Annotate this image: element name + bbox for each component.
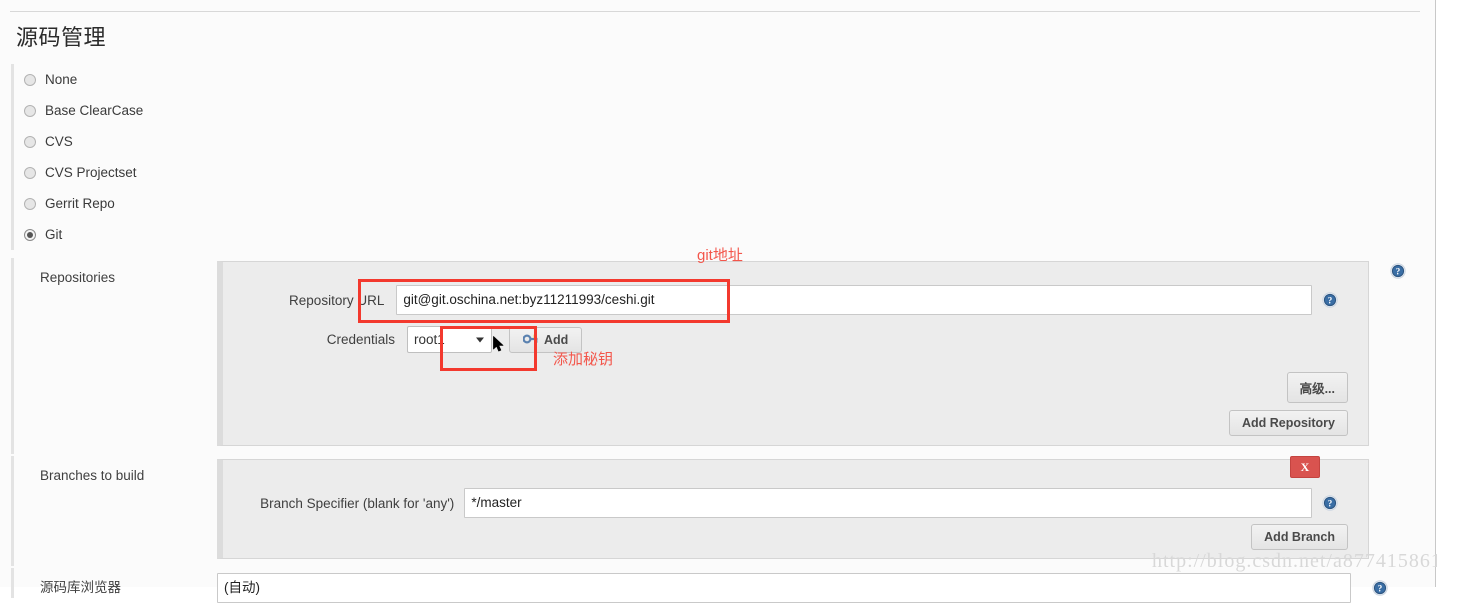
branch-specifier-input[interactable]: */master xyxy=(464,488,1312,518)
svg-text:?: ? xyxy=(1328,296,1333,306)
repositories-label: Repositories xyxy=(40,270,116,285)
branches-label: Branches to build xyxy=(40,468,145,483)
credentials-select[interactable]: root1 xyxy=(407,326,492,353)
advanced-button[interactable]: 高级... xyxy=(1286,372,1348,403)
radio-cvs[interactable] xyxy=(24,135,36,148)
repository-url-label: Repository URL xyxy=(289,292,385,308)
add-repository-button[interactable]: Add Repository xyxy=(1228,410,1348,436)
scm-option-git[interactable]: Git xyxy=(24,219,524,250)
header-divider xyxy=(10,11,1420,12)
help-icon[interactable]: ? xyxy=(1322,292,1338,308)
scm-option-cvs[interactable]: CVS xyxy=(24,126,524,157)
svg-text:?: ? xyxy=(1378,584,1383,594)
add-branch-button[interactable]: Add Branch xyxy=(1251,524,1348,550)
credentials-field: Credentials root1 Add xyxy=(255,326,583,353)
scm-option-label: Gerrit Repo xyxy=(45,196,115,211)
repository-browser-select[interactable]: (自动) xyxy=(217,573,1351,603)
repositories-panel: Repository URL git@git.oschina.net:byz11… xyxy=(217,261,1369,446)
branch-specifier-label: Branch Specifier (blank for 'any') xyxy=(260,495,455,511)
radio-cvs-projectset[interactable] xyxy=(24,166,36,179)
annotation-add-key: 添加秘钥 xyxy=(553,351,614,368)
radio-base-clearcase[interactable] xyxy=(24,104,36,117)
scm-option-label: Base ClearCase xyxy=(45,103,144,118)
add-branch-label: Add Branch xyxy=(1264,530,1335,544)
repository-url-input[interactable]: git@git.oschina.net:byz11211993/ceshi.gi… xyxy=(396,285,1312,315)
scm-option-label: CVS Projectset xyxy=(45,165,137,180)
scm-config-page: 源码管理 None Base ClearCase CVS CVS Project… xyxy=(0,0,1441,603)
add-credentials-label: Add xyxy=(544,332,569,347)
advanced-button-label: 高级... xyxy=(1299,382,1335,396)
radio-none[interactable] xyxy=(24,73,36,86)
add-repository-label: Add Repository xyxy=(1241,416,1335,430)
svg-text:?: ? xyxy=(1396,267,1401,277)
scm-option-label: Git xyxy=(45,227,63,242)
repository-url-field: Repository URL git@git.oschina.net:byz11… xyxy=(255,285,1338,315)
key-icon xyxy=(522,332,538,348)
repository-browser-row: 源码库浏览器 (自动) ? xyxy=(11,568,1421,603)
page-title: 源码管理 xyxy=(16,25,107,50)
scm-option-label: None xyxy=(45,72,78,87)
credentials-selected-value: root1 xyxy=(414,332,445,347)
repository-browser-label: 源码库浏览器 xyxy=(40,580,121,595)
scm-radio-group: None Base ClearCase CVS CVS Projectset G… xyxy=(11,64,524,250)
scm-option-cvs-projectset[interactable]: CVS Projectset xyxy=(24,157,524,188)
credentials-label: Credentials xyxy=(326,332,395,347)
scm-option-gerrit-repo[interactable]: Gerrit Repo xyxy=(24,188,524,219)
scm-option-none[interactable]: None xyxy=(24,64,524,95)
branches-row: Branches to build X Branch Specifier (bl… xyxy=(11,456,1421,566)
delete-branch-button[interactable]: X xyxy=(1290,456,1320,478)
help-icon[interactable]: ? xyxy=(1322,495,1338,511)
branches-panel: X Branch Specifier (blank for 'any') */m… xyxy=(217,456,1369,559)
page-outer-margin xyxy=(1437,0,1475,587)
branch-specifier-field: Branch Specifier (blank for 'any') */mas… xyxy=(255,488,1338,518)
repositories-help-icon[interactable]: ? xyxy=(1390,263,1406,279)
svg-text:?: ? xyxy=(1328,499,1333,509)
help-icon[interactable]: ? xyxy=(1372,580,1388,596)
radio-git[interactable] xyxy=(24,228,36,241)
scm-option-base-clearcase[interactable]: Base ClearCase xyxy=(24,95,524,126)
radio-gerrit-repo[interactable] xyxy=(24,197,36,210)
chevron-down-icon xyxy=(476,337,484,342)
annotation-git-address: git地址 xyxy=(697,247,743,264)
repositories-row: Repositories Repository URL git@git.osch… xyxy=(11,258,1421,454)
scm-option-label: CVS xyxy=(45,134,73,149)
